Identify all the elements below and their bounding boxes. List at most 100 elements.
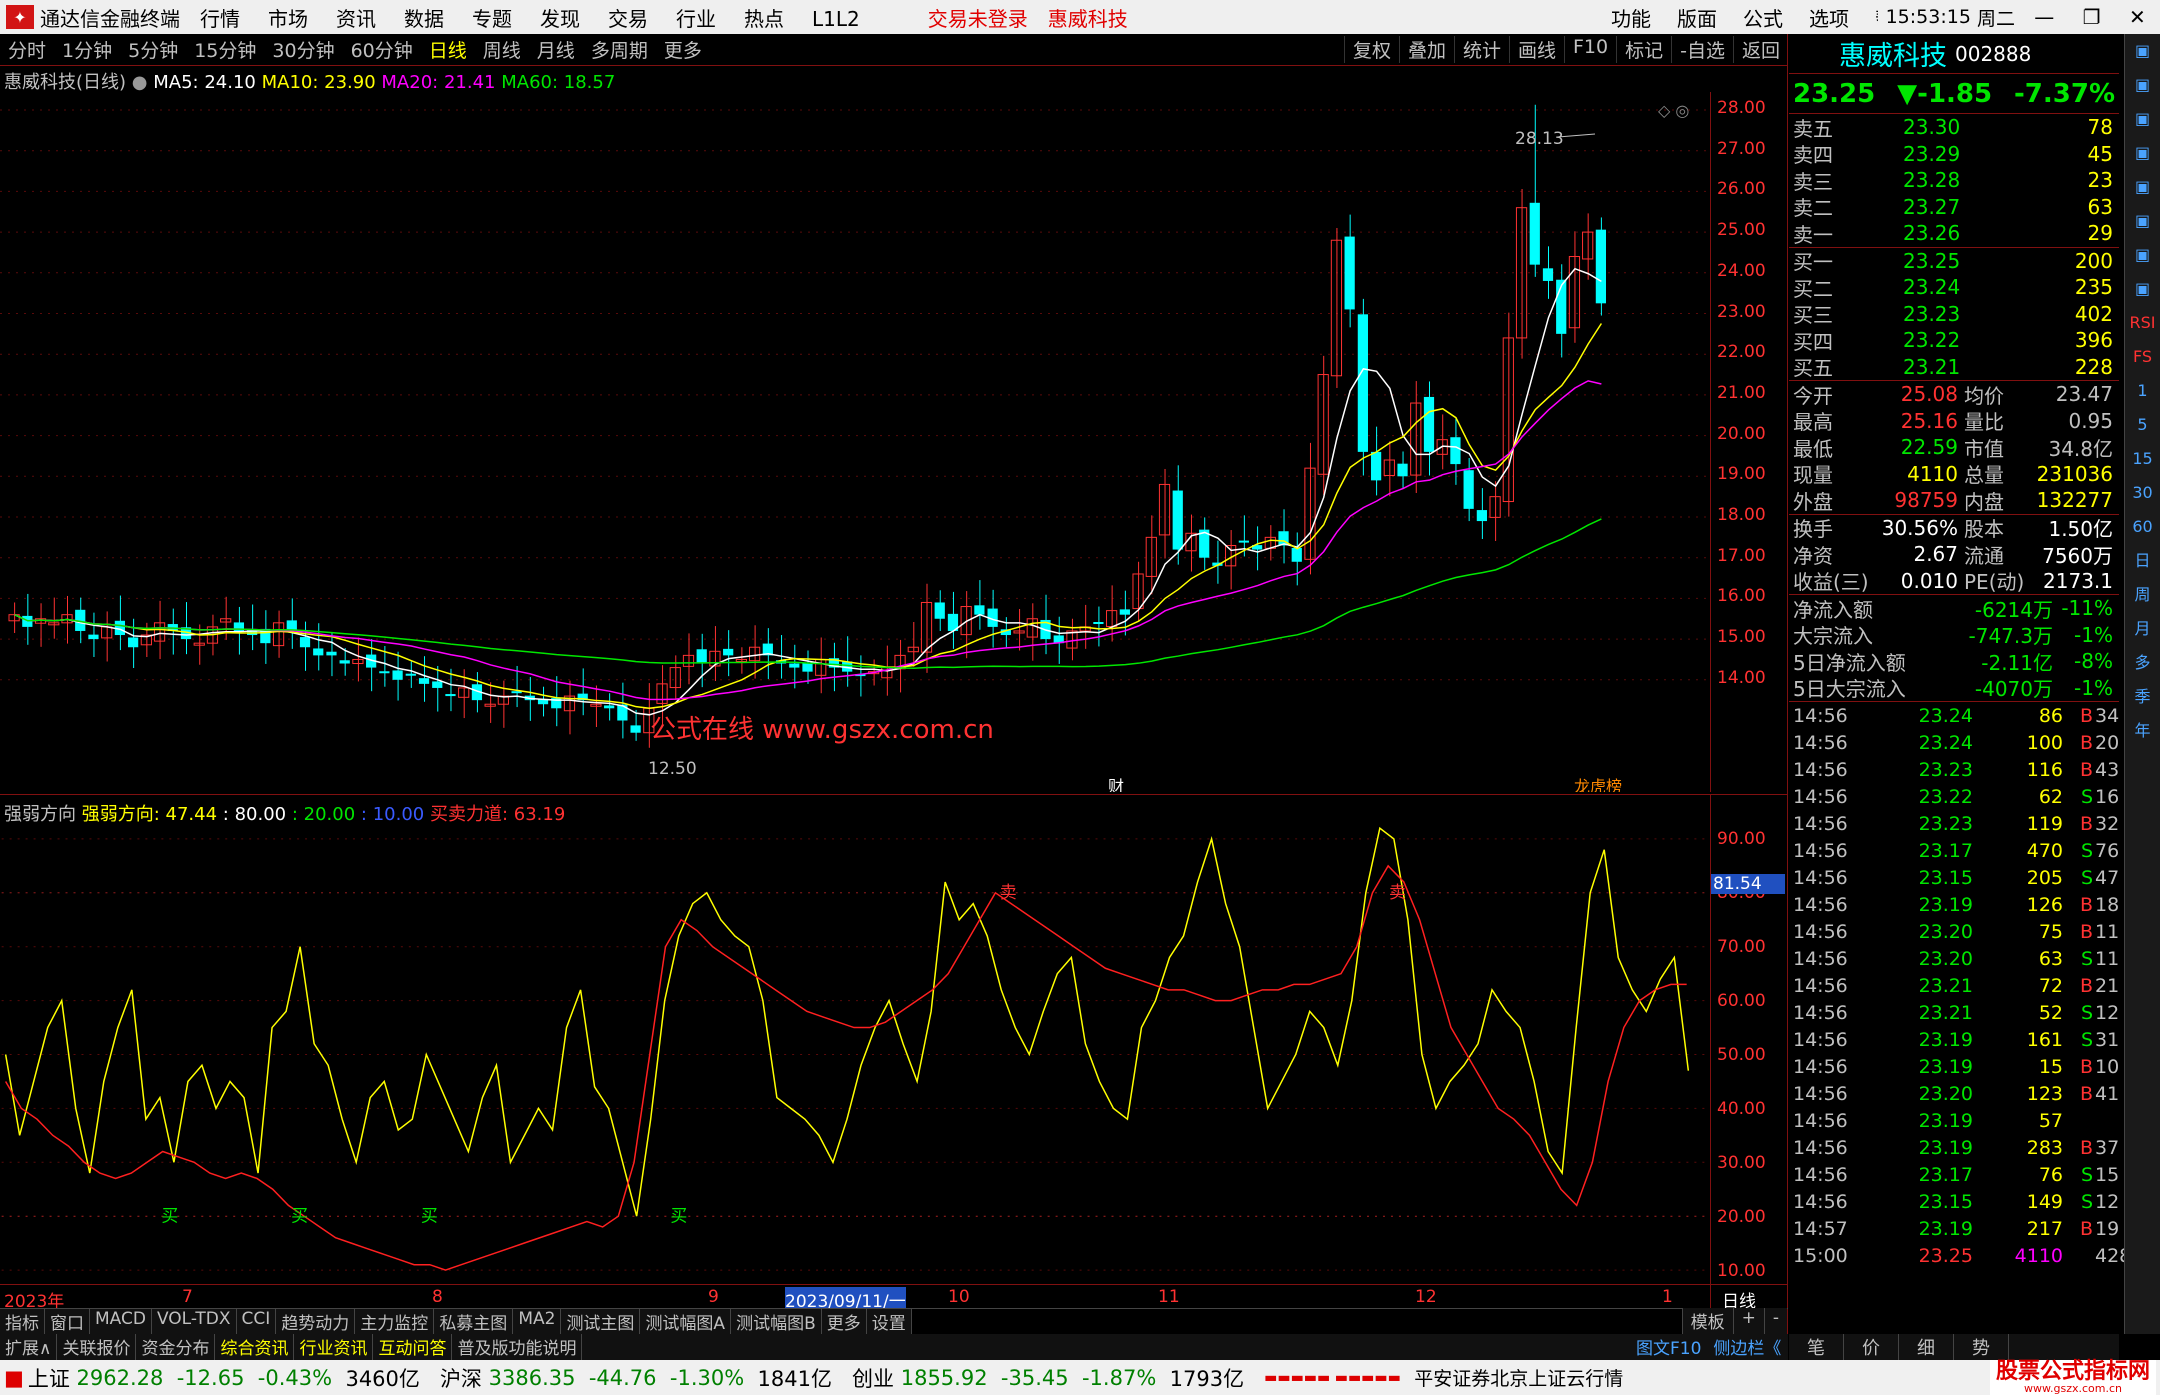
- indicator-tab-6[interactable]: 主力监控: [355, 1309, 435, 1334]
- period-tab-8[interactable]: 月线: [537, 40, 575, 62]
- info-tab-6[interactable]: 普及版功能说明: [452, 1334, 583, 1360]
- toolbar-icon-0[interactable]: ▣: [2125, 34, 2160, 68]
- menu-3[interactable]: 数据: [404, 7, 444, 31]
- toolbar-btn-11[interactable]: 季: [2125, 680, 2160, 714]
- candlestick-chart[interactable]: 28.13 公式在线 www.gszx.com.cn 12.50 财 龙虎榜 ◇…: [0, 92, 1710, 792]
- toolbar-btn-8[interactable]: 周: [2125, 578, 2160, 612]
- finance-marker[interactable]: 财: [1108, 777, 1124, 792]
- indicator-tab-7[interactable]: 私募主图: [434, 1309, 514, 1334]
- toolbar-icon-4[interactable]: ▣: [2125, 170, 2160, 204]
- f10-btn-1[interactable]: 侧边栏《: [1707, 1334, 1787, 1360]
- period-tab-10[interactable]: 更多: [664, 40, 702, 62]
- minimize-icon[interactable]: —: [2034, 5, 2054, 29]
- trade-status[interactable]: 交易未登录: [928, 3, 1028, 32]
- period-tab-4[interactable]: 30分钟: [272, 40, 334, 62]
- sh-label[interactable]: 上证: [28, 1363, 70, 1393]
- menu-9[interactable]: L1L2: [812, 7, 860, 31]
- chart-tool-5[interactable]: 标记: [1616, 36, 1671, 63]
- period-tab-9[interactable]: 多周期: [591, 40, 648, 62]
- indicator-tab-8[interactable]: MA2: [513, 1309, 562, 1334]
- indicator-tab-2[interactable]: MACD: [90, 1309, 152, 1334]
- toolbar-btn-12[interactable]: 年: [2125, 714, 2160, 748]
- menu-5[interactable]: 发现: [540, 7, 580, 31]
- info-tab-4[interactable]: 行业资讯: [294, 1334, 374, 1360]
- toolbar-btn-5[interactable]: 30: [2125, 476, 2160, 510]
- toolbar-btn-0[interactable]: RSI: [2125, 306, 2160, 340]
- indicator-tab-11[interactable]: 测试幅图B: [731, 1309, 822, 1334]
- chart-tool-0[interactable]: 复权: [1343, 36, 1399, 63]
- toolbar-btn-6[interactable]: 60: [2125, 510, 2160, 544]
- chart-tool-1[interactable]: 叠加: [1398, 36, 1454, 63]
- right-menu-0[interactable]: 功能: [1611, 3, 1651, 32]
- chart-tool-3[interactable]: 画线: [1508, 36, 1564, 63]
- menu-7[interactable]: 行业: [676, 7, 716, 31]
- indicator-tab-3[interactable]: VOL-TDX: [151, 1309, 237, 1334]
- tick-tab-2[interactable]: 细: [1899, 1334, 1954, 1360]
- toolbar-icon-5[interactable]: ▣: [2125, 204, 2160, 238]
- chart-tool-6[interactable]: -自选: [1671, 36, 1733, 63]
- info-tab-2[interactable]: 资金分布: [136, 1334, 216, 1360]
- menu-1[interactable]: 市场: [268, 7, 308, 31]
- indicator-tab-0[interactable]: 指标: [0, 1309, 45, 1334]
- period-tab-6[interactable]: 日线: [429, 40, 467, 62]
- chart-tool-2[interactable]: 统计: [1453, 36, 1509, 63]
- period-tab-2[interactable]: 5分钟: [128, 40, 178, 62]
- toolbar-btn-1[interactable]: FS: [2125, 340, 2160, 374]
- chart-tool-7[interactable]: 返回: [1732, 36, 1788, 63]
- toolbar-btn-9[interactable]: 月: [2125, 612, 2160, 646]
- toolbar-btn-2[interactable]: 1: [2125, 374, 2160, 408]
- toolbar-btn-4[interactable]: 15: [2125, 442, 2160, 476]
- right-menu-2[interactable]: 公式: [1743, 3, 1783, 32]
- info-tab-0[interactable]: 扩展∧: [0, 1334, 58, 1360]
- indicator-tab-13[interactable]: 设置: [866, 1309, 912, 1334]
- settings-dot-icon[interactable]: ●: [132, 72, 148, 93]
- toolbar-icon-1[interactable]: ▣: [2125, 68, 2160, 102]
- indicator-tab-9[interactable]: 测试主图: [561, 1309, 641, 1334]
- index-toggle-icon[interactable]: ■: [4, 1366, 24, 1390]
- template-btn-0[interactable]: 模板: [1681, 1308, 1733, 1334]
- info-tab-1[interactable]: 关联报价: [57, 1334, 137, 1360]
- period-tab-5[interactable]: 60分钟: [351, 40, 413, 62]
- template-btn-1[interactable]: +: [1732, 1308, 1764, 1334]
- menu-6[interactable]: 交易: [608, 7, 648, 31]
- info-tab-3[interactable]: 综合资讯: [215, 1334, 295, 1360]
- right-menu-1[interactable]: 版面: [1677, 3, 1717, 32]
- tick-tab-3[interactable]: 势: [1954, 1334, 2009, 1360]
- restore-icon[interactable]: ❐: [2083, 5, 2101, 29]
- toolbar-btn-3[interactable]: 5: [2125, 408, 2160, 442]
- info-tab-5[interactable]: 互动问答: [373, 1334, 453, 1360]
- indicator-tab-5[interactable]: 趋势动力: [276, 1309, 356, 1334]
- period-tab-0[interactable]: 分时: [8, 40, 46, 62]
- tick-list[interactable]: 14:56 23.24 86 B 34 14:56 23.24 100 B 20 14:56 23.2…: [1789, 702, 2131, 1269]
- chart-tool-4[interactable]: F10: [1564, 36, 1616, 63]
- menu-4[interactable]: 专题: [472, 7, 512, 31]
- right-menu-3[interactable]: 选项: [1809, 3, 1849, 32]
- period-tab-3[interactable]: 15分钟: [194, 40, 256, 62]
- toolbar-icon-7[interactable]: ▣: [2125, 272, 2160, 306]
- indicator-chart[interactable]: 买 买 买 买 卖 卖: [0, 794, 1710, 1314]
- toolbar-icon-3[interactable]: ▣: [2125, 136, 2160, 170]
- tick-tab-0[interactable]: 笔: [1789, 1334, 1844, 1360]
- toolbar-icon-2[interactable]: ▣: [2125, 102, 2160, 136]
- menu-8[interactable]: 热点: [744, 7, 784, 31]
- menu-0[interactable]: 行情: [200, 7, 240, 31]
- period-tab-1[interactable]: 1分钟: [62, 40, 112, 62]
- template-btn-2[interactable]: -: [1763, 1308, 1787, 1334]
- hs-label[interactable]: 沪深: [440, 1363, 482, 1393]
- indicator-tab-10[interactable]: 测试幅图A: [640, 1309, 732, 1334]
- f10-btn-0[interactable]: 图文F10: [1630, 1334, 1707, 1360]
- indicator-tab-1[interactable]: 窗口: [45, 1309, 90, 1334]
- dragon-tiger-marker[interactable]: 龙虎榜: [1574, 777, 1622, 792]
- menu-2[interactable]: 资讯: [336, 7, 376, 31]
- quote-row: 换手 30.56% 股本 1.50亿: [1789, 515, 2119, 542]
- period-tab-7[interactable]: 周线: [483, 40, 521, 62]
- tick-tab-1[interactable]: 价: [1844, 1334, 1899, 1360]
- indicator-tab-4[interactable]: CCI: [236, 1309, 277, 1334]
- toolbar-btn-10[interactable]: 多: [2125, 646, 2160, 680]
- close-icon[interactable]: ✕: [2129, 5, 2146, 29]
- toolbar-btn-7[interactable]: 日: [2125, 544, 2160, 578]
- cy-label[interactable]: 创业: [852, 1363, 894, 1393]
- indicator-tab-12[interactable]: 更多: [821, 1309, 867, 1334]
- expand-icon[interactable]: ◇ ◎: [1658, 101, 1689, 120]
- toolbar-icon-6[interactable]: ▣: [2125, 238, 2160, 272]
